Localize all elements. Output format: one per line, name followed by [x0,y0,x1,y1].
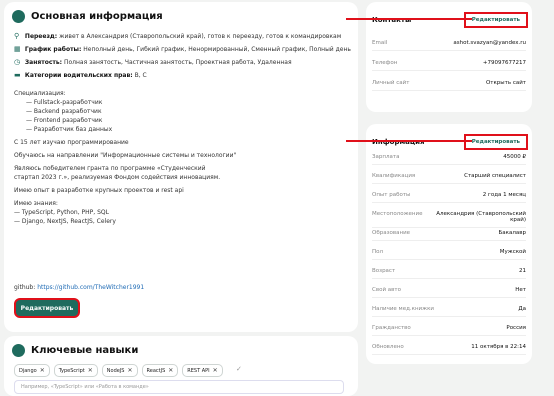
info-row: Свой авто Нет [372,287,526,298]
contacts-row-value[interactable]: Открыть сайт [486,80,526,86]
info-row-value: Да [518,306,526,312]
car-icon: ▬ [14,71,21,79]
skill-chip-label: Django [19,367,37,374]
info-row-key: Гражданство [372,325,411,331]
info-row-value: Александрия (Ставропольский край) [436,211,526,223]
info-row-value: Бакалавр [498,230,526,236]
main-info-card: Основная информация ⚲ Переезд: живет в А… [4,2,358,332]
remove-chip-icon[interactable]: ✕ [127,367,132,374]
info-row: Опыт работы 2 года 1 месяц [372,192,526,203]
skill-chip: Django ✕ [14,364,50,377]
edit-info-button[interactable]: Редактировать [463,134,528,150]
info-icon [12,10,25,23]
info-row-value: 45000 ₽ [503,154,526,160]
skills-header: Ключевые навыки [12,344,138,357]
about-line: — Frontend разработчик [26,117,103,124]
about-line: — Fullstack-разработчик [26,99,103,106]
about-line: Специализация: [14,90,66,97]
info-row-value: Старший специалист [464,173,526,179]
contacts-row-value: +79097677217 [482,60,526,66]
info-row-value: Россия [506,325,526,331]
about-line: — TypeScript, Python, PHP, SQL [14,209,109,216]
remove-chip-icon[interactable]: ✕ [213,367,218,374]
info-row: Зарплата 45000 ₽ [372,154,526,165]
info-row-value: 2 года 1 месяц [482,192,526,198]
about-line: Обучаюсь на направлении "Информационные … [14,152,237,159]
contacts-row: Email ashot.svazyan@yandex.ru [372,40,526,51]
info-row-key: Наличие мед.книжки [372,306,434,312]
skill-chip: ReactJS ✕ [141,364,179,377]
license-line: ▬ Категории водительских прав: B, C [14,71,147,79]
skill-chip-label: REST API [187,367,210,374]
skill-chip-label: TypeScript [58,367,85,374]
info-row: Возраст 21 [372,268,526,279]
schedule-line: ▦ График работы: Неполный день, Гибкий г… [14,45,351,53]
skill-chip: TypeScript ✕ [53,364,98,377]
main-info-header: Основная информация [12,10,163,23]
github-line: github: https://github.com/TheWitcher199… [14,284,145,291]
contacts-row-key: Email [372,40,388,46]
edit-contacts-button[interactable]: Редактировать [463,12,528,28]
about-line: стартап 2023 г.», реализуемая Фондом сод… [14,174,221,181]
about-line: Имею опыт в разработке крупных проектов … [14,187,184,194]
skill-chip-label: NodeJS [106,367,125,374]
info-row-key: Свой авто [372,287,401,293]
info-row: Местоположение Александрия (Ставропольски… [372,211,526,228]
about-line: — Разработчик баз данных [26,126,113,133]
info-row-key: Пол [372,249,384,255]
info-row: Квалификация Старший специалист [372,173,526,184]
about-line: — Backend разработчик [26,108,102,115]
info-row-value: Мужской [499,249,526,255]
info-row-value: Нет [515,287,526,293]
remove-chip-icon[interactable]: ✕ [40,367,45,374]
remove-chip-icon[interactable]: ✕ [88,367,93,374]
about-line: Имею знания: [14,200,58,207]
relocation-line: ⚲ Переезд: живет в Александрия (Ставропо… [14,32,342,40]
location-pin-icon: ⚲ [14,32,20,40]
info-row-key: Обновлено [372,344,404,350]
contacts-row: Телефон +79097677217 [372,60,526,71]
contacts-row-key: Телефон [372,60,398,66]
info-row-value: 21 [519,268,526,274]
contacts-row-key: Личный сайт [372,80,410,86]
info-row-key: Зарплата [372,154,400,160]
skills-card: Ключевые навыки Django ✕ TypeScript ✕ NodeJS… [4,336,358,396]
skill-input[interactable]: Например, «TypeScript» или «Работа в ком… [14,380,344,394]
contacts-row-value: ashot.svazyan@yandex.ru [453,40,526,46]
info-row: Пол Мужской [372,249,526,260]
github-link[interactable]: https://github.com/TheWitcher1991 [37,284,144,291]
skill-chip: NodeJS ✕ [101,364,138,377]
employment-line: ◷ Занятость: Полная занятость, Частичная… [14,58,292,66]
about-line: — Django, NextJS, ReactJS, Celery [14,218,116,225]
skills-title: Ключевые навыки [31,345,139,356]
info-row-value: 11 октября в 22:14 [471,344,526,350]
calendar-icon: ▦ [14,45,21,53]
info-row-key: Местоположение [372,211,423,217]
chat-icon [12,344,25,357]
annotation-line-info [346,140,472,142]
annotation-line-contacts [346,18,472,20]
info-card: Информация Редактировать Зарплата 45000 ₽… [366,124,532,364]
info-row: Наличие мед.книжки Да [372,306,526,317]
edit-main-button[interactable]: Редактировать [14,298,80,318]
skill-chip-label: ReactJS [146,367,166,374]
info-row: Гражданство Россия [372,325,526,336]
remove-chip-icon[interactable]: ✕ [168,367,173,374]
skill-chip: REST API ✕ [182,364,223,377]
info-row: Образование Бакалавр [372,230,526,241]
contacts-row: Личный сайт Открыть сайт [372,80,526,91]
info-row-key: Квалификация [372,173,416,179]
main-info-title: Основная информация [31,11,163,22]
info-row-key: Опыт работы [372,192,411,198]
skill-chips: Django ✕ TypeScript ✕ NodeJS ✕ ReactJS ✕ REST AP… [14,364,223,377]
info-row: Обновлено 11 октября в 22:14 [372,344,526,355]
about-line: С 15 лет изучаю программирование [14,139,129,146]
clock-icon: ◷ [14,58,21,66]
about-line: Являюсь победителем гранта по программе … [14,165,206,172]
check-icon[interactable]: ✓ [236,365,242,373]
info-row-key: Образование [372,230,411,236]
info-row-key: Возраст [372,268,396,274]
